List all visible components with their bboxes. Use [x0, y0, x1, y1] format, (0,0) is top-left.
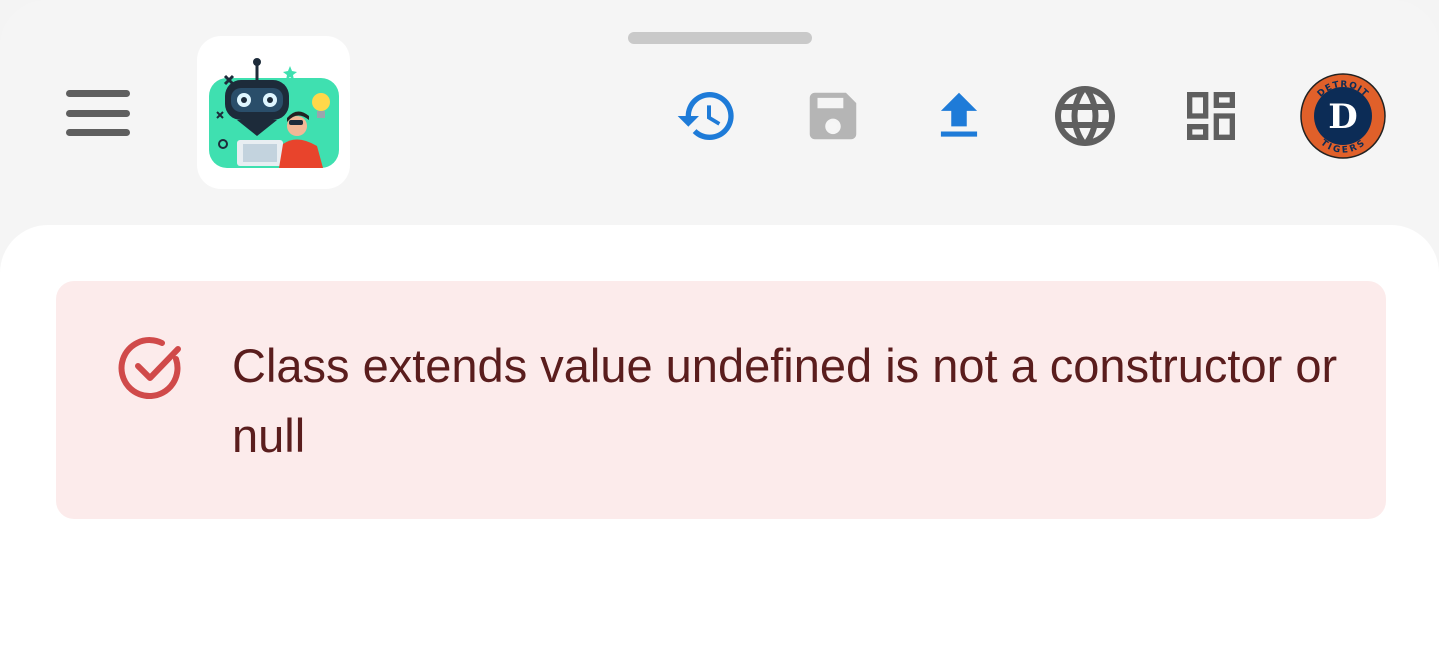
- dashboard-icon: [1187, 92, 1235, 140]
- history-icon: [677, 92, 734, 141]
- avatar-letter: D: [1328, 97, 1357, 137]
- save-icon: [809, 92, 857, 140]
- bottom-sheet: DETROIT TIGERS D Class extends value und…: [0, 0, 1439, 662]
- check-circle-icon: [118, 337, 181, 400]
- app-logo[interactable]: [197, 36, 350, 189]
- alert-message: Class extends value undefined is not a c…: [232, 339, 1338, 462]
- globe-icon: [1055, 86, 1115, 146]
- dashboard-button[interactable]: [1175, 80, 1247, 152]
- drag-handle[interactable]: [628, 32, 812, 44]
- account-avatar[interactable]: DETROIT TIGERS D: [1299, 72, 1387, 160]
- save-button[interactable]: [797, 80, 869, 152]
- upload-button[interactable]: [923, 80, 995, 152]
- menu-button[interactable]: [66, 90, 130, 136]
- main-content: Class extends value undefined is not a c…: [0, 225, 1439, 662]
- hamburger-menu-icon: [66, 90, 130, 97]
- language-button[interactable]: [1049, 80, 1121, 152]
- history-button[interactable]: [671, 80, 743, 152]
- detroit-tigers-avatar: DETROIT TIGERS D: [1300, 73, 1386, 159]
- robot-developer-logo: [209, 58, 339, 168]
- upload-icon: [940, 92, 978, 137]
- error-alert: Class extends value undefined is not a c…: [56, 281, 1386, 519]
